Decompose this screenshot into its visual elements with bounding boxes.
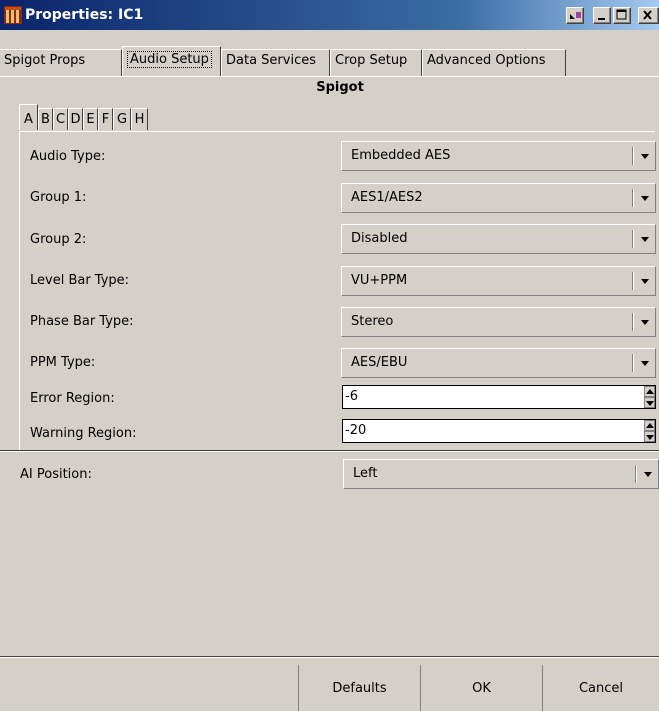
minimize-icon — [598, 18, 605, 20]
tab-e-label: E — [86, 112, 95, 127]
error-region-label: Error Region: — [30, 391, 115, 406]
tab-label: Data Services — [226, 53, 316, 68]
tab-a-label: A — [24, 112, 33, 127]
audio-type-label: Audio Type: — [30, 149, 106, 164]
ai-position-select[interactable]: Left — [343, 459, 659, 489]
chevron-down-icon[interactable] — [641, 361, 649, 366]
combo-separator-highlight — [633, 272, 634, 290]
phase-bar-type-select[interactable]: Stereo — [341, 307, 656, 337]
tab-c-label: C — [55, 112, 66, 127]
ppm-type-label: PPM Type: — [30, 355, 96, 370]
ai-position-value: Left — [353, 466, 378, 481]
divider-highlight — [0, 451, 659, 452]
spin-up-icon[interactable] — [644, 420, 655, 431]
spin-down-icon[interactable] — [644, 397, 655, 408]
tab-label: Crop Setup — [335, 53, 408, 68]
tab-h-label: H — [134, 112, 145, 127]
cancel-button[interactable]: Cancel — [542, 665, 659, 711]
warning-region-stepper[interactable]: -20 — [342, 419, 656, 443]
combo-separator-highlight — [636, 465, 637, 483]
tab-crop-setup[interactable]: Crop Setup — [330, 49, 422, 76]
tab-g-label: G — [116, 112, 128, 127]
spin-down-icon[interactable] — [644, 431, 655, 442]
close-icon — [643, 10, 652, 20]
audio-type-select[interactable]: Embedded AES — [341, 141, 656, 171]
chevron-down-icon[interactable] — [641, 154, 649, 159]
combo-separator-highlight — [633, 230, 634, 248]
app-icon — [4, 6, 22, 24]
spin-up-icon[interactable] — [644, 386, 655, 397]
tab-f-label: F — [101, 112, 110, 127]
chevron-down-icon[interactable] — [641, 279, 649, 284]
ai-position-label: AI Position: — [20, 467, 92, 482]
chevron-down-icon[interactable] — [641, 237, 649, 242]
maximize-button[interactable] — [613, 7, 631, 24]
title-bar[interactable]: Properties: IC1 — [0, 0, 659, 30]
error-region-value: -6 — [345, 389, 358, 404]
tab-d-label: D — [70, 112, 81, 127]
properties-window: Properties: IC1 Spigot Props Audio Setup… — [0, 0, 659, 711]
warning-region-label: Warning Region: — [30, 426, 137, 441]
tab-spigot-props[interactable]: Spigot Props — [0, 49, 122, 76]
minimize-button[interactable] — [593, 7, 611, 24]
maximize-icon — [616, 9, 627, 20]
tab-d[interactable]: D — [68, 108, 83, 130]
tab-b-label: B — [41, 112, 50, 127]
group1-label: Group 1: — [30, 190, 87, 205]
phase-bar-type-value: Stereo — [351, 314, 394, 329]
close-button[interactable] — [638, 7, 659, 24]
tab-c[interactable]: C — [53, 108, 68, 130]
ppm-type-select[interactable]: AES/EBU — [341, 348, 656, 378]
tab-b[interactable]: B — [38, 108, 53, 130]
level-bar-type-value: VU+PPM — [351, 273, 408, 288]
tab-h[interactable]: H — [131, 108, 148, 130]
audio-type-value: Embedded AES — [351, 148, 451, 163]
ppm-type-value: AES/EBU — [351, 355, 408, 370]
window-title: Properties: IC1 — [25, 7, 144, 23]
tab-data-services[interactable]: Data Services — [221, 49, 330, 76]
tab-a[interactable]: A — [19, 104, 38, 130]
tab-audio-setup[interactable]: Audio Setup — [122, 46, 221, 76]
chevron-down-icon[interactable] — [641, 196, 649, 201]
chevron-down-icon[interactable] — [644, 472, 652, 477]
tab-e[interactable]: E — [83, 108, 98, 130]
group2-label: Group 2: — [30, 232, 87, 247]
defaults-button[interactable]: Defaults — [298, 665, 420, 711]
group2-select[interactable]: Disabled — [341, 224, 656, 254]
level-bar-type-label: Level Bar Type: — [30, 273, 130, 288]
menu-dropdown-button[interactable] — [566, 7, 584, 24]
error-region-stepper[interactable]: -6 — [342, 385, 656, 409]
chevron-down-icon[interactable] — [641, 320, 649, 325]
section-title: Spigot — [316, 80, 364, 95]
level-bar-type-select[interactable]: VU+PPM — [341, 266, 656, 296]
tab-divider — [0, 76, 659, 77]
combo-separator-highlight — [633, 147, 634, 165]
tab-strip: Spigot Props Audio Setup Data Services C… — [0, 46, 659, 76]
tab-g[interactable]: G — [113, 108, 131, 130]
ok-button[interactable]: OK — [420, 665, 542, 711]
tab-label: Audio Setup — [127, 51, 212, 68]
phase-bar-type-label: Phase Bar Type: — [30, 314, 134, 329]
combo-separator-highlight — [633, 313, 634, 331]
combo-separator-highlight — [633, 354, 634, 372]
warning-region-value: -20 — [345, 423, 367, 438]
group2-value: Disabled — [351, 231, 408, 246]
group1-select[interactable]: AES1/AES2 — [341, 183, 656, 213]
group1-value: AES1/AES2 — [351, 190, 423, 205]
tab-label: Spigot Props — [4, 53, 86, 68]
dropdown-icon — [570, 12, 581, 19]
tab-label: Advanced Options — [427, 53, 546, 68]
tab-advanced-options[interactable]: Advanced Options — [422, 49, 566, 76]
combo-separator-highlight — [633, 189, 634, 207]
tab-f[interactable]: F — [98, 108, 113, 130]
footer-divider-highlight — [0, 657, 659, 658]
